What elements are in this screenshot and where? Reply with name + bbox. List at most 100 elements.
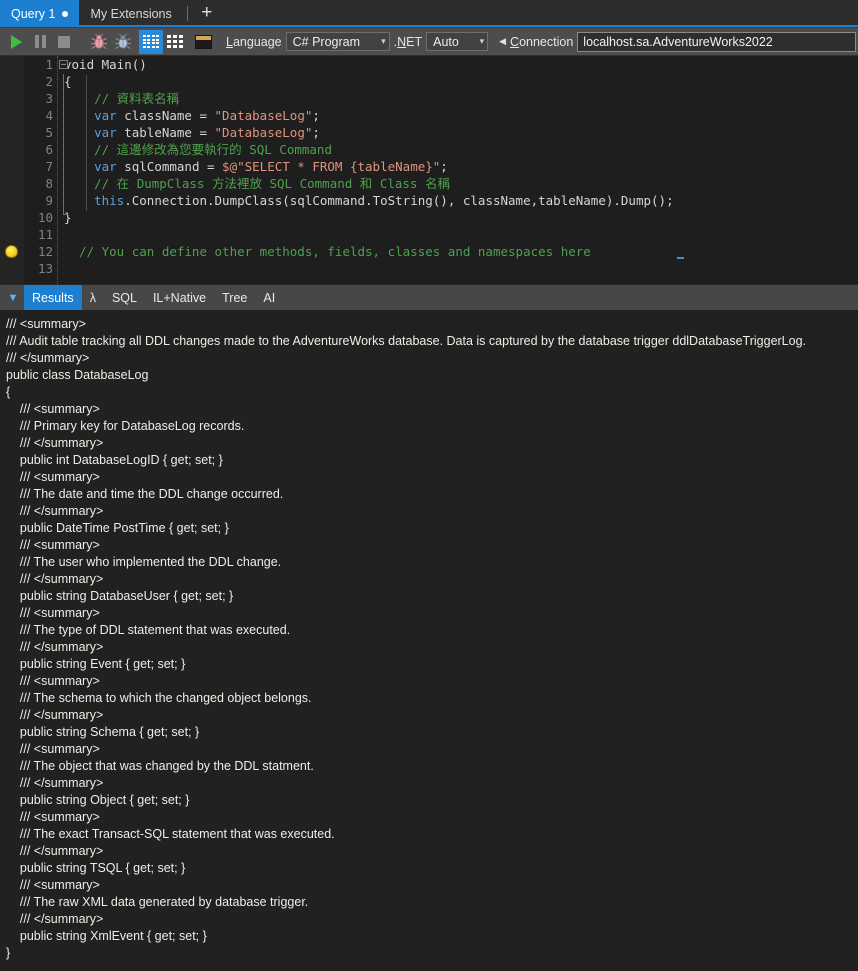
collapse-results-icon[interactable]: ▼ (2, 285, 24, 310)
stop-debug-button[interactable] (111, 30, 135, 54)
code-token: sqlCommand = (116, 159, 223, 174)
code-line[interactable]: this.Connection.DumpClass(sqlCommand.ToS… (58, 192, 858, 209)
connection-value: localhost.sa.AdventureWorks2022 (583, 34, 773, 49)
grid-rows-icon (143, 35, 159, 48)
tab-sql[interactable]: SQL (104, 285, 145, 310)
result-line: { (6, 385, 11, 399)
code-line[interactable] (58, 260, 858, 277)
result-line: public string XmlEvent { get; set; } (6, 929, 207, 943)
result-line: /// <summary> (6, 538, 100, 552)
result-line: /// </summary> (6, 504, 104, 518)
code-token: { (64, 74, 72, 89)
line-number: 6 (45, 142, 53, 157)
line-number: 3 (45, 91, 53, 106)
result-line: /// </summary> (6, 640, 104, 654)
result-line: public string DatabaseUser { get; set; } (6, 589, 234, 603)
code-editor[interactable]: 1 2 3 4 5 6 7 8 9 10 11 12 13 ─ void Main(){ // 資料表名… (0, 56, 858, 284)
line-number: 9 (45, 193, 53, 208)
result-line: /// <summary> (6, 402, 100, 416)
result-line: /// </summary> (6, 844, 104, 858)
grid-cells-icon (167, 35, 183, 48)
result-line: /// </summary> (6, 572, 104, 586)
tab-tree[interactable]: Tree (214, 285, 255, 310)
results-output-panel[interactable]: /// <summary> /// Audit table tracking al… (0, 310, 858, 971)
result-line: public int DatabaseLogID { get; set; } (6, 453, 223, 467)
panel-layout-button[interactable] (191, 30, 215, 54)
editor-gutter[interactable] (0, 56, 24, 284)
code-token: ; (440, 159, 448, 174)
language-select[interactable]: C# Program ▾ (285, 32, 390, 51)
code-token: "DatabaseLog" (214, 125, 313, 140)
debug-button[interactable] (87, 30, 111, 54)
connection-select[interactable]: localhost.sa.AdventureWorks2022 (577, 31, 856, 52)
line-number: 10 (37, 210, 53, 225)
linqpad-window: Query 1 My Extensions + Language C# Prog… (0, 0, 858, 971)
lightbulb-suggestion-icon[interactable] (5, 245, 18, 258)
tab-results[interactable]: Results (24, 285, 82, 310)
pause-icon (34, 35, 46, 48)
code-token: .Connection.DumpClass(sqlCommand.ToStrin… (124, 193, 674, 208)
code-line[interactable]: var sqlCommand = $@"SELECT * FROM {table… (58, 158, 858, 175)
code-token: tableName = (116, 125, 215, 140)
text-caret-marker (677, 257, 684, 259)
code-line[interactable]: void Main() (58, 56, 858, 73)
tab-ai[interactable]: AI (255, 285, 283, 310)
bug-pink-icon (90, 33, 108, 49)
code-token: "DatabaseLog" (214, 108, 313, 123)
result-line: /// </summary> (6, 912, 104, 926)
code-line[interactable]: // 在 DumpClass 方法裡放 SQL Command 和 Class … (58, 175, 858, 192)
code-token: var (94, 159, 117, 174)
code-line[interactable]: var tableName = "DatabaseLog"; (58, 124, 858, 141)
fold-region-end (63, 214, 68, 215)
tab-lambda[interactable]: λ (82, 285, 104, 310)
code-line[interactable]: { (58, 73, 858, 90)
code-token: // You can define other methods, fields,… (64, 244, 591, 259)
code-token: this (94, 193, 125, 208)
line-number: 7 (45, 159, 53, 174)
result-line: /// The exact Transact-SQL statement tha… (6, 827, 335, 841)
results-tab-bar: ▼ Results λ SQL IL+Native Tree AI (0, 284, 858, 310)
code-token: void Main() (64, 57, 147, 72)
code-token: className = (116, 108, 215, 123)
language-label: Language (226, 34, 282, 49)
run-button[interactable] (4, 30, 28, 54)
connection-collapse-icon[interactable]: ◀ (499, 36, 506, 47)
new-query-button[interactable]: + (192, 0, 222, 27)
code-token: } (64, 210, 72, 225)
tab-query-1[interactable]: Query 1 (0, 0, 80, 27)
code-line[interactable]: var className = "DatabaseLog"; (58, 107, 858, 124)
stop-button[interactable] (52, 30, 76, 54)
result-line: /// Primary key for DatabaseLog records. (6, 419, 245, 433)
result-line: public DateTime PostTime { get; set; } (6, 521, 229, 535)
code-line[interactable]: // 資料表名稱 (58, 90, 858, 107)
tab-bar-accent-line (0, 25, 858, 27)
code-line[interactable]: } (58, 209, 858, 226)
code-line[interactable] (58, 226, 858, 243)
result-line: /// The raw XML data generated by databa… (6, 895, 309, 909)
chevron-down-icon: ▾ (381, 36, 386, 46)
panel-layout-icon (194, 34, 212, 49)
line-number: 12 (37, 244, 53, 259)
results-grid-button[interactable] (163, 30, 187, 54)
result-line: /// <summary> (6, 674, 100, 688)
line-number: 5 (45, 125, 53, 140)
line-number: 2 (45, 74, 53, 89)
result-line: /// <summary> (6, 878, 100, 892)
code-token: // 在 DumpClass 方法裡放 SQL Command 和 Class … (64, 176, 450, 191)
results-grid-active-button[interactable] (139, 29, 163, 54)
result-line: public string Schema { get; set; } (6, 725, 200, 739)
chevron-down-icon: ▾ (479, 36, 485, 46)
language-value: C# Program (292, 34, 361, 49)
code-text-area[interactable]: ─ void Main() { // 資料表名稱 var className = … (58, 56, 858, 284)
pause-button[interactable] (28, 30, 52, 54)
fold-collapse-box[interactable]: ─ (59, 60, 68, 69)
code-line[interactable]: // You can define other methods, fields,… (58, 243, 858, 260)
net-version-select[interactable]: Auto ▾ (426, 32, 489, 51)
tab-il-native[interactable]: IL+Native (145, 285, 214, 310)
play-icon (10, 34, 22, 49)
line-number: 11 (37, 227, 53, 242)
code-token: ; (312, 125, 320, 140)
tab-my-extensions[interactable]: My Extensions (79, 0, 182, 27)
code-line[interactable]: // 這邊修改為您要執行的 SQL Command (58, 141, 858, 158)
